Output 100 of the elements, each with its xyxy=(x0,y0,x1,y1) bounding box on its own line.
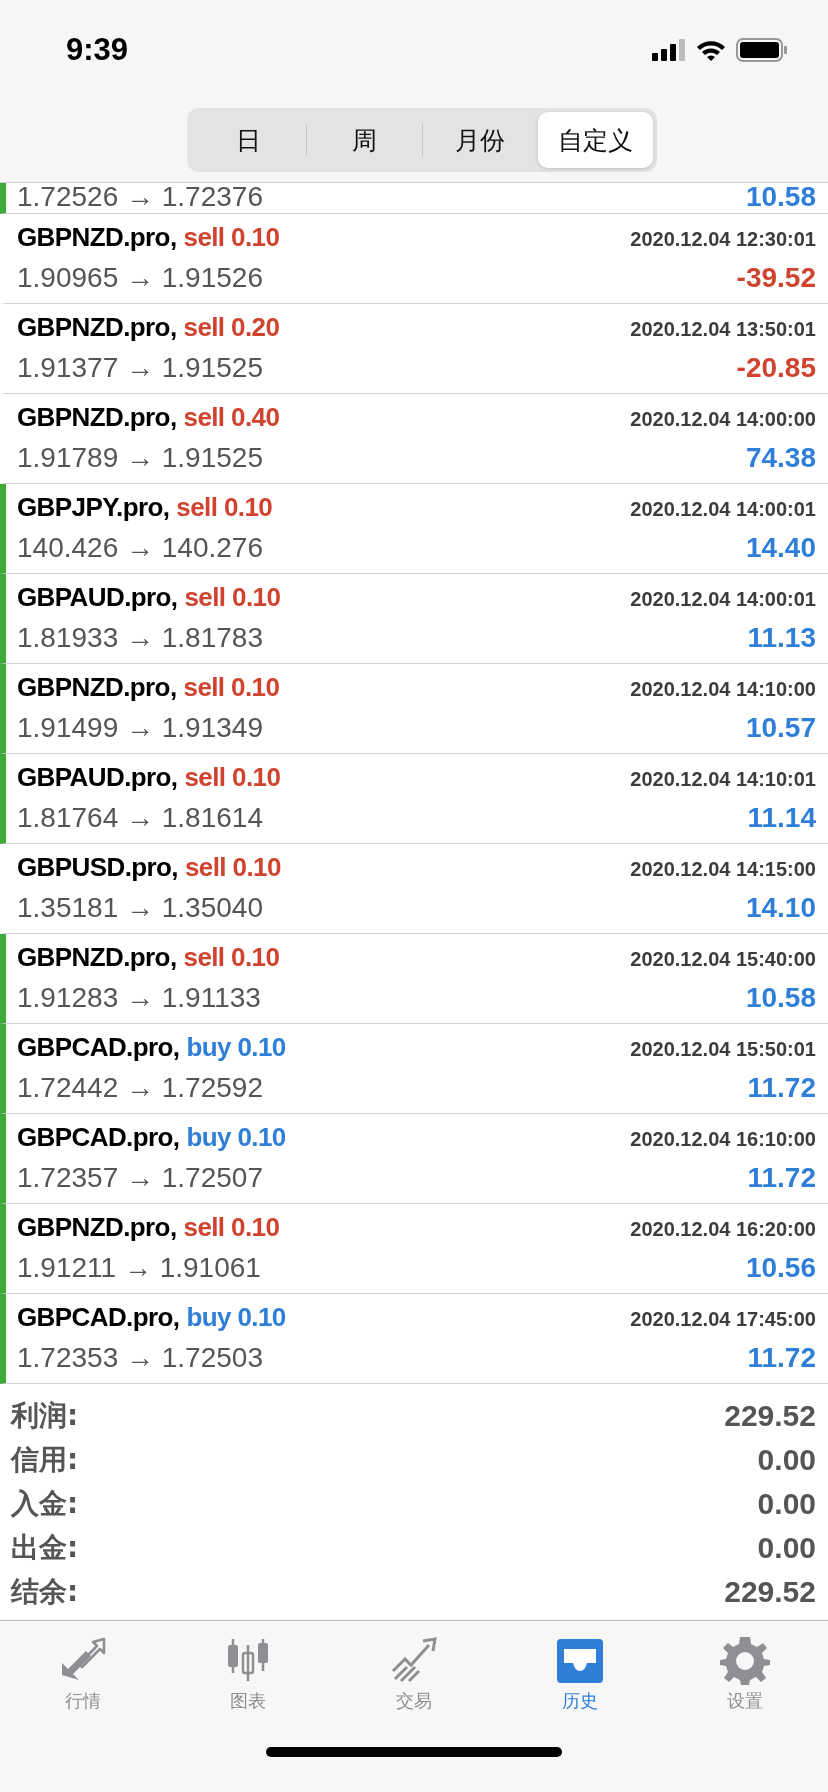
summary-label: 出金: xyxy=(11,1530,79,1566)
trade-row[interactable]: GBPNZD.pro, sell 0.10 2020.12.04 15:40:00 1.91283 → 1.91133 10.58 xyxy=(0,934,828,1024)
profit-value: 14.10 xyxy=(745,891,816,924)
trade-time: 2020.12.04 15:50:01 xyxy=(630,1037,816,1061)
order-label: sell 0.10 xyxy=(184,761,281,793)
symbol-label: GBPCAD.pro, xyxy=(17,1301,180,1333)
price-change: 1.91789 → 1.91525 xyxy=(17,441,263,474)
trade-time: 2020.12.04 14:10:01 xyxy=(630,767,816,791)
trade-time: 2020.12.04 14:00:01 xyxy=(630,587,816,611)
summary-value: 229.52 xyxy=(724,1575,816,1609)
trade-time: 2020.12.04 13:50:01 xyxy=(630,317,816,341)
order-label: sell 0.10 xyxy=(184,581,281,613)
symbol-label: GBPUSD.pro, xyxy=(17,851,178,883)
battery-icon xyxy=(736,38,788,62)
profit-value: -20.85 xyxy=(736,351,816,384)
trade-row[interactable]: 1.72526 → 1.72376 10.58 xyxy=(0,183,828,214)
trade-row[interactable]: GBPCAD.pro, buy 0.10 2020.12.04 16:10:00 1.72357 → 1.72507 11.72 xyxy=(0,1114,828,1204)
symbol-label: GBPCAD.pro, xyxy=(17,1031,180,1063)
symbol-label: GBPNZD.pro, xyxy=(17,941,177,973)
order-label: buy 0.10 xyxy=(186,1301,286,1333)
symbol-label: GBPNZD.pro, xyxy=(17,221,177,253)
profit-value: 10.58 xyxy=(745,183,816,213)
profit-value: 11.72 xyxy=(747,1341,816,1374)
price-change: 1.81764 → 1.81614 xyxy=(17,801,263,834)
price-change: 1.90965 → 1.91526 xyxy=(17,261,263,294)
wifi-icon xyxy=(696,39,726,61)
symbol-label: GBPJPY.pro, xyxy=(17,491,170,523)
symbol-label: GBPNZD.pro, xyxy=(17,1211,177,1243)
summary-label: 利润: xyxy=(11,1398,79,1434)
order-label: sell 0.10 xyxy=(176,491,273,523)
price-change: 1.91499 → 1.91349 xyxy=(17,711,263,744)
trade-row[interactable]: GBPJPY.pro, sell 0.10 2020.12.04 14:00:01 140.426 → 140.276 14.40 xyxy=(0,484,828,574)
order-label: sell 0.20 xyxy=(183,311,280,343)
profit-value: 10.57 xyxy=(745,711,816,744)
trade-row[interactable]: GBPNZD.pro, sell 0.10 2020.12.04 16:20:00 1.91211 → 1.91061 10.56 xyxy=(0,1204,828,1294)
segment-tab[interactable]: 日 xyxy=(191,112,306,168)
settings-icon xyxy=(720,1635,771,1685)
segment-tab[interactable]: 月份 xyxy=(422,112,538,168)
order-label: sell 0.10 xyxy=(184,851,281,883)
symbol-label: GBPNZD.pro, xyxy=(17,671,177,703)
summary-label: 信用: xyxy=(11,1442,79,1478)
profit-value: 11.13 xyxy=(747,621,816,654)
symbol-label: GBPAUD.pro, xyxy=(17,761,178,793)
trade-row[interactable]: GBPNZD.pro, sell 0.10 2020.12.04 12:30:01 1.90965 → 1.91526 -39.52 xyxy=(0,214,828,304)
price-change: 140.426 → 140.276 xyxy=(17,531,263,564)
profit-value: 10.58 xyxy=(745,981,816,1014)
summary-value: 0.00 xyxy=(757,1531,816,1565)
symbol-label: GBPAUD.pro, xyxy=(17,581,178,613)
summary-value: 229.52 xyxy=(724,1399,816,1433)
segment-tab[interactable]: 自定义 xyxy=(538,112,653,168)
price-change: 1.72353 → 1.72503 xyxy=(17,1341,263,1374)
summary-value: 0.00 xyxy=(757,1443,816,1477)
trade-time: 2020.12.04 12:30:01 xyxy=(630,227,816,251)
trade-row[interactable]: GBPNZD.pro, sell 0.20 2020.12.04 13:50:01 1.91377 → 1.91525 -20.85 xyxy=(0,304,828,394)
summary-label: 入金: xyxy=(11,1486,79,1522)
summary-label: 结余: xyxy=(11,1574,79,1610)
price-change: 1.72442 → 1.72592 xyxy=(17,1071,263,1104)
profit-value: 74.38 xyxy=(745,441,816,474)
order-label: buy 0.10 xyxy=(186,1031,286,1063)
price-change: 1.72357 → 1.72507 xyxy=(17,1161,263,1194)
symbol-label: GBPNZD.pro, xyxy=(17,401,177,433)
trade-time: 2020.12.04 14:00:00 xyxy=(630,407,816,431)
profit-value: 11.72 xyxy=(747,1161,816,1194)
summary-value: 0.00 xyxy=(757,1487,816,1521)
trade-time: 2020.12.04 14:00:01 xyxy=(630,497,816,521)
trade-row[interactable]: GBPAUD.pro, sell 0.10 2020.12.04 14:00:01 1.81933 → 1.81783 11.13 xyxy=(0,574,828,664)
order-label: sell 0.10 xyxy=(183,671,280,703)
trade-time: 2020.12.04 14:10:00 xyxy=(630,677,816,701)
order-label: sell 0.40 xyxy=(183,401,280,433)
trade-row[interactable]: GBPAUD.pro, sell 0.10 2020.12.04 14:10:01 1.81764 → 1.81614 11.14 xyxy=(0,754,828,844)
order-label: sell 0.10 xyxy=(183,941,280,973)
symbol-label: GBPNZD.pro, xyxy=(17,311,177,343)
profit-value: 10.56 xyxy=(745,1251,816,1284)
price-change: 1.91211 → 1.91061 xyxy=(17,1251,261,1284)
profit-value: 11.72 xyxy=(747,1071,816,1104)
trade-row[interactable]: GBPNZD.pro, sell 0.40 2020.12.04 14:00:00 1.91789 → 1.91525 74.38 xyxy=(0,394,828,484)
order-label: sell 0.10 xyxy=(183,221,280,253)
trade-row[interactable]: GBPNZD.pro, sell 0.10 2020.12.04 14:10:00 1.91499 → 1.91349 10.57 xyxy=(0,664,828,754)
trade-row[interactable]: GBPCAD.pro, buy 0.10 2020.12.04 17:45:00 1.72353 → 1.72503 11.72 xyxy=(0,1294,828,1384)
trade-time: 2020.12.04 14:15:00 xyxy=(630,857,816,881)
order-label: buy 0.10 xyxy=(186,1121,286,1153)
price-change: 1.72526 → 1.72376 xyxy=(17,183,263,213)
trend-icon xyxy=(389,1635,439,1685)
price-change: 1.35181 → 1.35040 xyxy=(17,891,263,924)
trade-row[interactable]: GBPUSD.pro, sell 0.10 2020.12.04 14:15:00 1.35181 → 1.35040 14.10 xyxy=(0,844,828,934)
price-change: 1.81933 → 1.81783 xyxy=(17,621,263,654)
tab-bar-item[interactable]: 历史 xyxy=(496,1635,663,1743)
profit-value: 11.14 xyxy=(747,801,816,834)
price-change: 1.91377 → 1.91525 xyxy=(17,351,263,384)
trade-time: 2020.12.04 16:20:00 xyxy=(630,1217,816,1241)
trade-time: 2020.12.04 16:10:00 xyxy=(630,1127,816,1151)
trade-time: 2020.12.04 15:40:00 xyxy=(630,947,816,971)
signal-icon xyxy=(652,39,686,61)
profit-value: -39.52 xyxy=(736,261,816,294)
trade-row[interactable]: GBPCAD.pro, buy 0.10 2020.12.04 15:50:01 1.72442 → 1.72592 11.72 xyxy=(0,1024,828,1114)
order-label: sell 0.10 xyxy=(183,1211,280,1243)
profit-value: 14.40 xyxy=(745,531,816,564)
status-time: 9:39 xyxy=(66,32,129,68)
price-change: 1.91283 → 1.91133 xyxy=(17,981,261,1014)
segment-tab[interactable]: 周 xyxy=(306,112,422,168)
